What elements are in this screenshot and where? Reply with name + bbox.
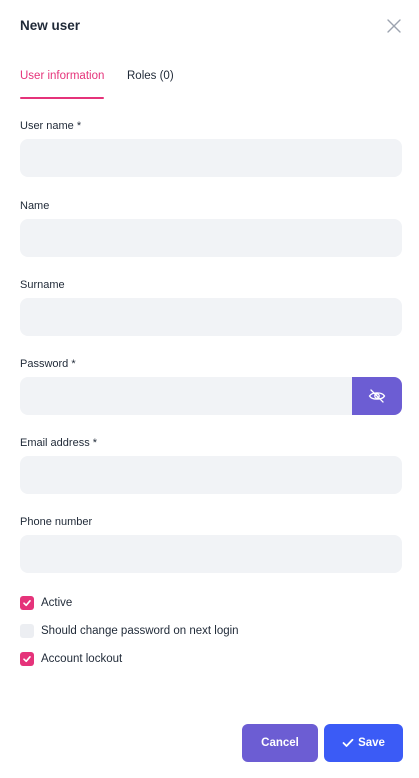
email-label: Email address * <box>20 437 98 449</box>
eye-off-icon <box>368 389 386 403</box>
close-icon[interactable] <box>385 17 403 35</box>
check-icon <box>342 738 358 748</box>
change-password-checkbox[interactable]: Should change password on next login <box>20 623 239 639</box>
change-password-label: Should change password on next login <box>41 625 239 637</box>
tab-user-information[interactable]: User information <box>20 70 105 99</box>
save-button-label: Save <box>358 737 385 749</box>
cancel-button[interactable]: Cancel <box>242 724 318 762</box>
name-input[interactable] <box>20 219 402 257</box>
phone-input[interactable] <box>20 535 402 573</box>
email-input[interactable] <box>20 456 402 494</box>
dialog-title: New user <box>20 18 81 33</box>
surname-label: Surname <box>20 279 65 291</box>
password-label: Password * <box>20 358 76 370</box>
account-lockout-label: Account lockout <box>41 653 123 665</box>
username-input[interactable] <box>20 139 402 177</box>
username-label: User name * <box>20 120 82 132</box>
checkbox-checked-icon <box>20 596 34 610</box>
phone-label: Phone number <box>20 516 93 528</box>
password-visibility-toggle[interactable] <box>352 377 402 415</box>
tab-roles[interactable]: Roles (0) <box>127 70 174 99</box>
dialog-header: New user <box>20 0 405 52</box>
account-lockout-checkbox[interactable]: Account lockout <box>20 651 122 667</box>
checkbox-unchecked-icon <box>20 624 34 638</box>
cancel-button-label: Cancel <box>261 737 299 749</box>
password-input[interactable] <box>20 377 353 415</box>
new-user-dialog: New user User information Roles (0) User… <box>0 0 419 778</box>
name-label: Name <box>20 200 50 212</box>
active-label: Active <box>41 597 73 609</box>
active-checkbox[interactable]: Active <box>20 595 72 611</box>
save-button[interactable]: Save <box>324 724 403 762</box>
surname-input[interactable] <box>20 298 402 336</box>
checkbox-checked-icon <box>20 652 34 666</box>
